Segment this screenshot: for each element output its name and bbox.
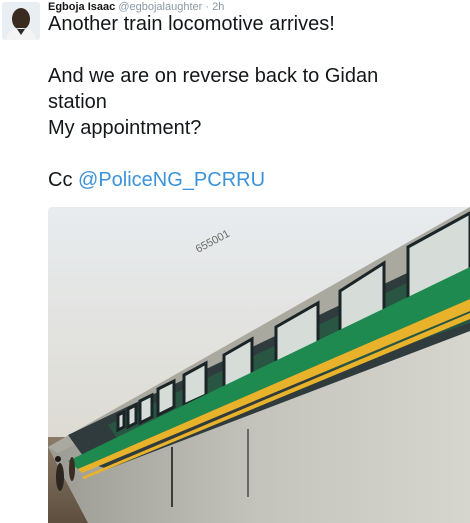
train-photo: 655001 xyxy=(48,207,470,523)
cc-prefix: Cc xyxy=(48,169,73,191)
tweet-line-4: My appointment? xyxy=(48,117,202,139)
tweet-line-2: And we are on reverse back to Gidan xyxy=(48,65,379,87)
mention-link[interactable]: @PoliceNG_PCRRU xyxy=(78,169,265,191)
author-avatar[interactable] xyxy=(2,2,40,40)
tweet-cc-line: Cc @PoliceNG_PCRRU xyxy=(48,167,468,193)
tweet-line-1: Another train locomotive arrives! xyxy=(48,13,335,35)
tweet-line-3: station xyxy=(48,91,107,113)
avatar-image xyxy=(2,2,40,40)
tweet-photo[interactable]: 655001 xyxy=(48,207,470,523)
tweet-text: Another train locomotive arrives! And we… xyxy=(48,11,468,193)
